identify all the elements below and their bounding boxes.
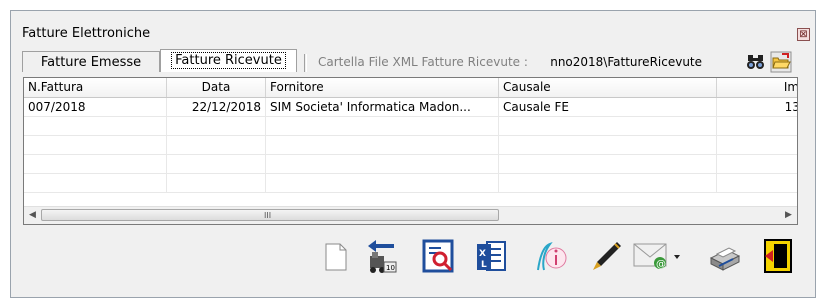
table-row[interactable]: 007/2018 22/12/2018 SIM Societa' Informa… [24, 98, 797, 117]
folder-path-field[interactable]: Anno2018\FattureRicevute [550, 55, 730, 69]
new-document-button[interactable] [316, 236, 354, 276]
svg-text:10: 10 [386, 264, 395, 272]
table-header: N.Fattura Data Fornitore Causale Impor [24, 78, 797, 98]
table-row[interactable] [24, 117, 797, 136]
pen-icon [593, 242, 621, 270]
table-row[interactable] [24, 155, 797, 174]
column-header-data[interactable]: Data [167, 78, 266, 97]
tab-fatture-emesse[interactable]: Fatture Emesse [22, 51, 160, 72]
cell-data: 22/12/2018 [167, 98, 266, 117]
table-row[interactable] [24, 136, 797, 155]
sign-icon [537, 242, 567, 271]
scroll-thumb[interactable]: III [41, 209, 499, 221]
folder-label: Cartella File XML Fatture Ricevute : [318, 55, 528, 69]
preview-button[interactable] [419, 236, 457, 276]
tab-fatture-ricevute[interactable]: Fatture Ricevute [160, 49, 297, 72]
title-bar: Fatture Elettroniche ⊠ [11, 11, 815, 46]
table-row[interactable] [24, 174, 797, 193]
svg-text:L: L [481, 260, 487, 270]
horizontal-scrollbar[interactable]: ◀ III ▶ [24, 206, 797, 224]
cell-importo: 134,2 [717, 98, 797, 117]
folder-path-value: Anno2018\FattureRicevute [550, 55, 703, 69]
import-button[interactable]: 10 [362, 236, 400, 276]
column-header-causale[interactable]: Causale [499, 78, 717, 97]
excel-export-icon: X L [477, 241, 506, 271]
column-header-importo[interactable]: Impor [717, 78, 797, 97]
print-button[interactable] [705, 236, 743, 276]
exit-icon [764, 239, 792, 273]
preview-icon [422, 239, 454, 273]
scroll-right-icon[interactable]: ▶ [780, 207, 797, 224]
window-title: Fatture Elettroniche [22, 26, 151, 41]
cell-fornitore: SIM Societa' Informatica Madon... [266, 98, 499, 117]
open-folder-icon[interactable] [770, 51, 792, 73]
print-icon [709, 247, 741, 271]
close-button[interactable]: ⊠ [797, 28, 810, 41]
svg-text:@: @ [656, 259, 666, 270]
excel-export-button[interactable]: X L [473, 236, 511, 276]
pen-button[interactable] [587, 236, 625, 276]
import-icon: 10 [368, 240, 397, 273]
invoice-table: N.Fattura Data Fornitore Causale Impor 0… [23, 77, 798, 225]
scroll-grip: III [264, 211, 272, 220]
sign-button[interactable] [530, 236, 568, 276]
new-document-icon [325, 243, 347, 271]
exit-button[interactable] [759, 236, 797, 276]
tab-fatture-ricevute-label: Fatture Ricevute [171, 52, 286, 69]
email-button[interactable]: @ [630, 236, 682, 276]
email-icon: @ [633, 243, 680, 270]
column-header-nfattura[interactable]: N.Fattura [24, 78, 167, 97]
toolbar-separator [304, 54, 307, 72]
svg-text:X: X [479, 249, 486, 259]
column-header-fornitore[interactable]: Fornitore [266, 78, 499, 97]
scroll-left-icon[interactable]: ◀ [24, 207, 41, 224]
cell-nfattura: 007/2018 [24, 98, 167, 117]
cell-causale: Causale FE [499, 98, 717, 117]
binoculars-icon[interactable] [745, 51, 767, 73]
